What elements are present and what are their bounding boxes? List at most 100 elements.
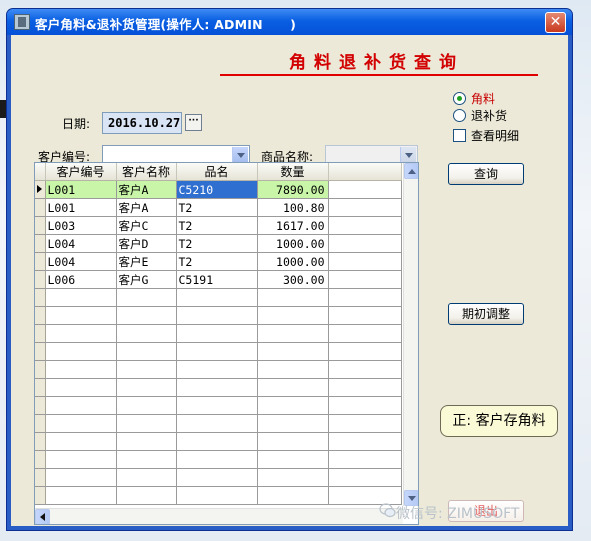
table-cell[interactable] bbox=[176, 360, 258, 379]
row-header[interactable] bbox=[35, 198, 46, 217]
query-button[interactable]: 查询 bbox=[448, 163, 524, 185]
table-cell[interactable] bbox=[328, 414, 402, 433]
empty-row[interactable] bbox=[35, 288, 402, 307]
table-cell[interactable] bbox=[328, 288, 402, 307]
table-cell[interactable] bbox=[257, 468, 329, 487]
table-cell[interactable] bbox=[176, 486, 258, 505]
table-cell[interactable]: T2 bbox=[176, 252, 258, 271]
row-header[interactable] bbox=[35, 288, 46, 307]
table-cell[interactable] bbox=[257, 378, 329, 397]
table-cell[interactable] bbox=[176, 342, 258, 361]
table-cell[interactable]: 7890.00 bbox=[257, 180, 329, 199]
table-cell[interactable] bbox=[116, 324, 177, 343]
table-cell[interactable]: T2 bbox=[176, 216, 258, 235]
row-header[interactable] bbox=[35, 414, 46, 433]
empty-row[interactable] bbox=[35, 450, 402, 469]
table-row[interactable]: L004 客户E T2 1000.00 bbox=[35, 252, 402, 271]
table-cell[interactable] bbox=[116, 414, 177, 433]
table-cell[interactable] bbox=[257, 360, 329, 379]
initial-adjust-button[interactable]: 期初调整 bbox=[448, 303, 524, 325]
show-detail-label[interactable]: 查看明细 bbox=[471, 127, 519, 144]
table-cell[interactable]: 客户A bbox=[116, 180, 177, 199]
table-cell[interactable] bbox=[116, 450, 177, 469]
table-cell[interactable] bbox=[116, 396, 177, 415]
empty-row[interactable] bbox=[35, 432, 402, 451]
table-cell[interactable] bbox=[328, 360, 402, 379]
column-header-customer-name[interactable]: 客户名称 bbox=[116, 163, 177, 181]
table-cell[interactable] bbox=[176, 288, 258, 307]
table-cell[interactable]: C5210 bbox=[176, 180, 258, 199]
table-cell[interactable]: L003 bbox=[45, 216, 117, 235]
table-cell[interactable] bbox=[328, 270, 402, 289]
table-cell[interactable] bbox=[45, 306, 117, 325]
table-cell[interactable] bbox=[45, 450, 117, 469]
table-cell[interactable] bbox=[45, 324, 117, 343]
scroll-up-button[interactable] bbox=[404, 163, 418, 179]
table-cell[interactable] bbox=[328, 486, 402, 505]
row-header[interactable] bbox=[35, 396, 46, 415]
table-cell[interactable] bbox=[257, 306, 329, 325]
table-cell[interactable] bbox=[176, 324, 258, 343]
table-row[interactable]: L006 客户G C5191 300.00 bbox=[35, 270, 402, 289]
table-cell[interactable]: T2 bbox=[176, 198, 258, 217]
empty-row[interactable] bbox=[35, 414, 402, 433]
row-header[interactable] bbox=[35, 324, 46, 343]
date-field[interactable]: 2016.10.27 bbox=[102, 112, 182, 134]
table-cell[interactable] bbox=[328, 216, 402, 235]
row-header[interactable] bbox=[35, 306, 46, 325]
row-header[interactable] bbox=[35, 486, 46, 505]
empty-row[interactable] bbox=[35, 378, 402, 397]
table-cell[interactable]: 1000.00 bbox=[257, 252, 329, 271]
table-cell[interactable] bbox=[328, 378, 402, 397]
title-bar[interactable]: 客户角料&退补货管理(操作人: ADMIN ) ✕ bbox=[7, 9, 572, 35]
table-cell[interactable] bbox=[45, 288, 117, 307]
table-cell[interactable] bbox=[116, 486, 177, 505]
row-header[interactable] bbox=[35, 468, 46, 487]
table-cell[interactable] bbox=[176, 378, 258, 397]
empty-row[interactable] bbox=[35, 396, 402, 415]
table-cell[interactable]: 客户C bbox=[116, 216, 177, 235]
table-cell[interactable] bbox=[45, 486, 117, 505]
table-cell[interactable] bbox=[328, 396, 402, 415]
table-cell[interactable] bbox=[257, 342, 329, 361]
close-button[interactable]: ✕ bbox=[545, 12, 566, 33]
table-cell[interactable] bbox=[328, 234, 402, 253]
table-cell[interactable]: L001 bbox=[45, 180, 117, 199]
table-cell[interactable] bbox=[45, 360, 117, 379]
table-cell[interactable] bbox=[328, 468, 402, 487]
table-cell[interactable] bbox=[176, 306, 258, 325]
empty-row[interactable] bbox=[35, 324, 402, 343]
empty-row[interactable] bbox=[35, 468, 402, 487]
table-cell[interactable] bbox=[257, 486, 329, 505]
table-row[interactable]: L001 客户A C5210 7890.00 bbox=[35, 180, 402, 199]
date-picker-button[interactable]: ··· bbox=[185, 114, 202, 131]
table-cell[interactable] bbox=[257, 450, 329, 469]
row-header[interactable] bbox=[35, 270, 46, 289]
table-cell[interactable] bbox=[257, 324, 329, 343]
table-cell[interactable] bbox=[176, 414, 258, 433]
mode-scrap-label[interactable]: 角料 bbox=[471, 90, 495, 107]
row-header[interactable] bbox=[35, 342, 46, 361]
table-cell[interactable] bbox=[176, 450, 258, 469]
table-cell[interactable]: 客户G bbox=[116, 270, 177, 289]
table-cell[interactable] bbox=[45, 468, 117, 487]
table-cell[interactable] bbox=[116, 378, 177, 397]
table-cell[interactable] bbox=[328, 306, 402, 325]
horizontal-scrollbar[interactable] bbox=[35, 508, 403, 524]
table-cell[interactable]: 客户A bbox=[116, 198, 177, 217]
row-header[interactable] bbox=[35, 234, 46, 253]
table-cell[interactable]: L001 bbox=[45, 198, 117, 217]
table-cell[interactable]: 300.00 bbox=[257, 270, 329, 289]
table-cell[interactable] bbox=[116, 306, 177, 325]
table-cell[interactable]: L004 bbox=[45, 252, 117, 271]
show-detail-checkbox[interactable] bbox=[453, 129, 466, 142]
table-cell[interactable]: 100.80 bbox=[257, 198, 329, 217]
table-cell[interactable] bbox=[328, 432, 402, 451]
table-cell[interactable]: 客户D bbox=[116, 234, 177, 253]
table-cell[interactable] bbox=[176, 432, 258, 451]
column-header-quantity[interactable]: 数量 bbox=[257, 163, 329, 181]
table-cell[interactable] bbox=[257, 288, 329, 307]
empty-row[interactable] bbox=[35, 342, 402, 361]
table-row[interactable]: L004 客户D T2 1000.00 bbox=[35, 234, 402, 253]
column-header-customer-code[interactable]: 客户编号 bbox=[45, 163, 117, 181]
